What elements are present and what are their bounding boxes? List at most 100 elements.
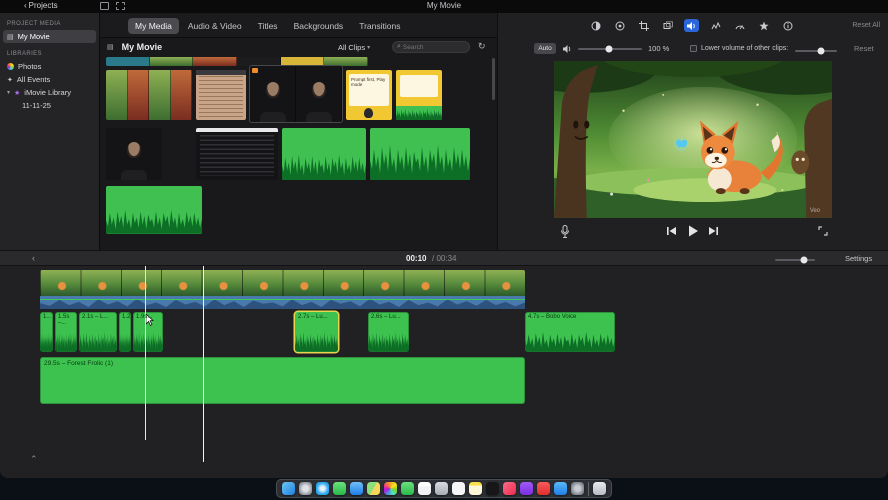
color-balance-icon[interactable] bbox=[588, 19, 603, 32]
fullscreen-icon[interactable] bbox=[818, 226, 828, 236]
media-thumbnail-slide[interactable]: Prompt first, Play mode bbox=[346, 70, 392, 120]
lower-volume-checkbox[interactable] bbox=[690, 45, 697, 52]
sidebar-item-all-events[interactable]: ✦ All Events bbox=[0, 73, 99, 86]
clip-size-knob[interactable] bbox=[800, 256, 808, 264]
tab-backgrounds[interactable]: Backgrounds bbox=[287, 18, 351, 34]
audio-clip-5[interactable]: 1.9s... bbox=[133, 312, 163, 352]
stabilization-icon[interactable] bbox=[660, 19, 675, 32]
tab-audio-video[interactable]: Audio & Video bbox=[181, 18, 249, 34]
sidebar-item-imovie-library[interactable]: ▾ ★ iMovie Library bbox=[0, 86, 99, 99]
dock-icon-settings[interactable] bbox=[571, 482, 584, 495]
next-icon[interactable] bbox=[708, 226, 719, 236]
browser-header: ▤ My Movie All Clips ▾ ⌕ ↻ bbox=[100, 38, 497, 56]
playhead-line[interactable] bbox=[203, 266, 204, 462]
film-grid-icon: ▤ bbox=[7, 33, 14, 41]
dock-icon-facetime[interactable] bbox=[401, 482, 414, 495]
dock-icon-safari[interactable] bbox=[316, 482, 329, 495]
dock-icon-maps[interactable] bbox=[367, 482, 380, 495]
reset-all-button[interactable]: Reset All bbox=[852, 22, 880, 29]
window-title: My Movie bbox=[426, 1, 462, 10]
refresh-cycle-icon[interactable]: ↻ bbox=[478, 41, 486, 52]
media-thumbnail-slide-audio[interactable] bbox=[396, 70, 442, 120]
viewer[interactable]: Veo bbox=[509, 29, 882, 218]
reset-button[interactable]: Reset bbox=[854, 44, 874, 53]
search-input[interactable] bbox=[402, 43, 463, 51]
media-thumbnail-webcam[interactable] bbox=[106, 128, 162, 180]
audio-clip-3[interactable]: 2.1s – L... bbox=[79, 312, 117, 352]
dock-icon-finder[interactable] bbox=[282, 482, 295, 495]
dock-icon-podcasts[interactable] bbox=[520, 482, 533, 495]
video-clip-audio[interactable] bbox=[40, 296, 525, 309]
volume-icon[interactable] bbox=[684, 19, 699, 32]
dock-icon-music[interactable] bbox=[503, 482, 516, 495]
tab-transitions[interactable]: Transitions bbox=[352, 18, 407, 34]
audio-clip-6-selected[interactable]: 2.7s – Lu... bbox=[295, 312, 338, 352]
audio-clip-1[interactable]: 1... bbox=[40, 312, 53, 352]
dock-icon-calendar[interactable] bbox=[418, 482, 431, 495]
previous-icon[interactable] bbox=[666, 226, 677, 236]
audio-clip-2[interactable]: 1.5s –... bbox=[55, 312, 77, 352]
browser-scrollbar[interactable] bbox=[492, 58, 495, 100]
audio-clip-4[interactable]: 1.2... bbox=[119, 312, 131, 352]
sidebar-item-my-movie[interactable]: ▤ My Movie bbox=[3, 30, 96, 43]
crop-icon[interactable] bbox=[636, 19, 651, 32]
browser-title: My Movie bbox=[121, 42, 163, 52]
current-time: 00:10 bbox=[406, 254, 427, 263]
dock-icon-mail[interactable] bbox=[350, 482, 363, 495]
media-thumbnail-webcam-selected[interactable] bbox=[250, 66, 342, 122]
clip-effects-icon[interactable] bbox=[756, 19, 771, 32]
dock-icon-launchpad[interactable] bbox=[299, 482, 312, 495]
timeline-settings-button[interactable]: Settings bbox=[845, 254, 872, 263]
clip-appearance-icon[interactable]: ▤ bbox=[107, 43, 114, 51]
title-bar: ‹ Projects My Movie bbox=[0, 0, 888, 13]
lower-volume-slider[interactable] bbox=[795, 47, 837, 55]
dock-icon-appstore[interactable] bbox=[554, 482, 567, 495]
sidebar-item-event-11-11-25[interactable]: 11-11-25 bbox=[0, 99, 99, 112]
video-clip-filmstrip[interactable] bbox=[40, 270, 525, 296]
dock-icon-news[interactable] bbox=[537, 482, 550, 495]
sidebar-item-label: My Movie bbox=[17, 32, 50, 41]
media-thumbnail-audio-1[interactable] bbox=[282, 128, 366, 180]
auto-volume-button[interactable]: Auto bbox=[534, 43, 556, 54]
voiceover-mic-icon[interactable] bbox=[560, 225, 570, 239]
sidebar-item-photos[interactable]: Photos bbox=[0, 60, 99, 73]
volume-slider-knob[interactable] bbox=[605, 45, 613, 53]
media-thumbnail-document[interactable] bbox=[196, 70, 246, 120]
media-thumbnail-audio-2[interactable] bbox=[370, 128, 470, 180]
color-correction-icon[interactable] bbox=[612, 19, 627, 32]
viewer-preview: Veo bbox=[509, 29, 882, 218]
clip-filter-dropdown[interactable]: All Clips ▾ bbox=[338, 43, 370, 52]
timeline-corner-icon[interactable]: ⌃ bbox=[30, 454, 38, 465]
tab-titles[interactable]: Titles bbox=[251, 18, 285, 34]
thumbnail-frames bbox=[106, 70, 192, 120]
tab-my-media[interactable]: My Media bbox=[128, 18, 179, 34]
dock-icon-reminders[interactable] bbox=[452, 482, 465, 495]
media-thumbnail-audio-3[interactable] bbox=[106, 186, 202, 234]
volume-percent: 100 % bbox=[648, 44, 670, 53]
dock-icon-photos[interactable] bbox=[384, 482, 397, 495]
media-thumbnail-strip[interactable] bbox=[106, 57, 368, 66]
lower-volume-knob[interactable] bbox=[817, 47, 825, 55]
info-icon[interactable] bbox=[780, 19, 795, 32]
volume-slider[interactable] bbox=[578, 45, 642, 53]
doc-titlebar bbox=[196, 70, 246, 75]
dock-icon-notes[interactable] bbox=[469, 482, 482, 495]
dock-icon-contacts[interactable] bbox=[435, 482, 448, 495]
media-thumbnail-forest-clip[interactable] bbox=[106, 70, 192, 120]
dock-icon-tv[interactable] bbox=[486, 482, 499, 495]
speed-icon[interactable] bbox=[732, 19, 747, 32]
dock-icon-messages[interactable] bbox=[333, 482, 346, 495]
audio-clip-7[interactable]: 2.6s – Lu... bbox=[368, 312, 409, 352]
music-clip-forest-frolic[interactable]: 29.5s – Forest Frolic (1) bbox=[40, 357, 525, 404]
collapse-chevron-icon[interactable]: ‹ bbox=[32, 253, 35, 263]
search-box[interactable]: ⌕ bbox=[392, 41, 470, 53]
skimmer-line[interactable] bbox=[145, 266, 146, 440]
media-thumbnail-screen-recording[interactable] bbox=[196, 128, 278, 180]
audio-clip-8-bobo-voice[interactable]: 4.7s – Bobo Voice bbox=[525, 312, 615, 352]
volume-line[interactable] bbox=[40, 299, 525, 300]
play-icon[interactable] bbox=[688, 225, 698, 237]
clip-size-slider[interactable] bbox=[775, 256, 815, 264]
noise-reduction-icon[interactable] bbox=[708, 19, 723, 32]
dock-icon-trash[interactable] bbox=[593, 482, 606, 495]
transport-controls bbox=[498, 223, 888, 243]
